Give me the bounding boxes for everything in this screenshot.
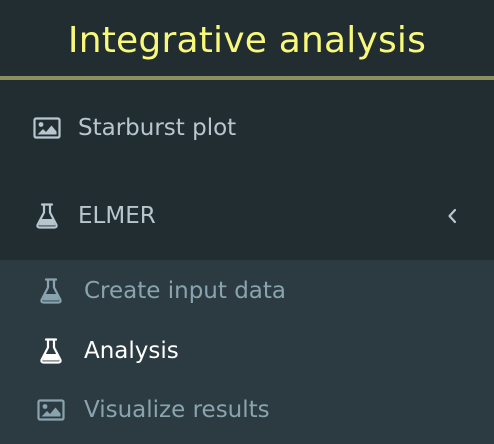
elmer-submenu: Create input data Analysis Visualize res… [0,260,494,444]
submenu-item-visualize-results[interactable]: Visualize results [0,382,494,438]
submenu-item-label: Analysis [84,338,179,364]
submenu-item-analysis[interactable]: Analysis [0,323,494,379]
flask-icon [36,263,66,319]
flask-icon [36,323,66,379]
sidebar-item-starburst-plot[interactable]: Starburst plot [0,98,494,158]
submenu-item-label: Create input data [84,278,287,304]
sidebar-item-label: Starburst plot [78,115,237,141]
sidebar-item-label: ELMER [78,203,156,229]
image-icon [32,98,62,158]
chevron-left-icon[interactable] [440,186,464,246]
sidebar-header: Integrative analysis [0,0,494,80]
flask-icon [32,186,62,246]
submenu-item-create-input-data[interactable]: Create input data [0,263,494,319]
page-title: Integrative analysis [67,20,427,61]
image-icon [36,382,66,438]
sidebar: Integrative analysis Starburst plot ELME… [0,0,494,444]
submenu-item-label: Visualize results [84,397,270,423]
sidebar-item-elmer[interactable]: ELMER [0,186,494,246]
